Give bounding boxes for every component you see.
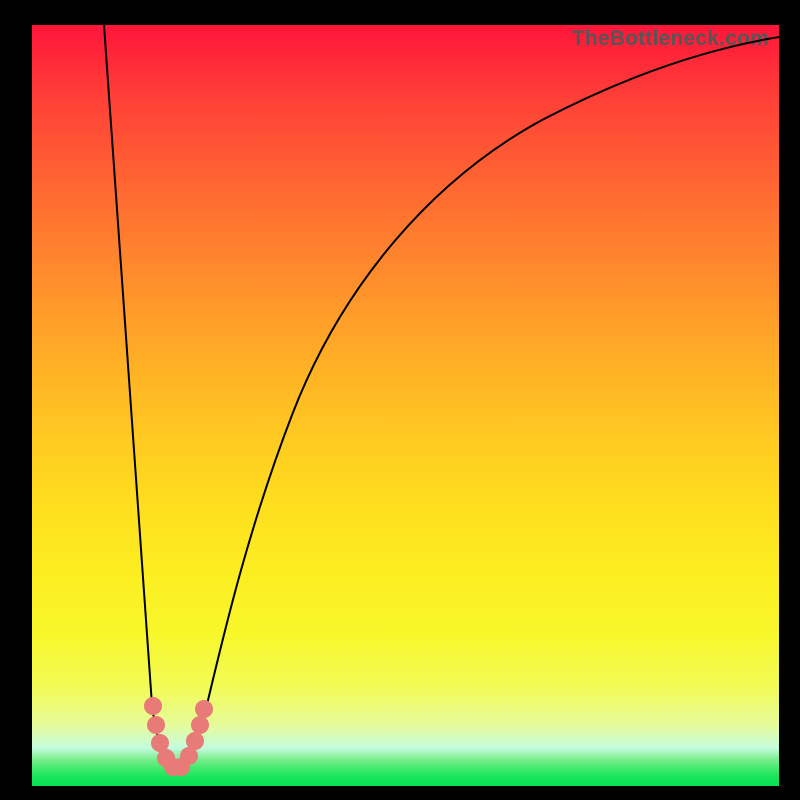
data-marker <box>144 697 162 715</box>
data-marker <box>186 732 204 750</box>
data-marker <box>147 716 165 734</box>
chart-frame: TheBottleneck.com <box>0 0 800 800</box>
data-marker <box>195 700 213 718</box>
plot-area: TheBottleneck.com <box>32 25 779 786</box>
marker-group <box>144 697 213 776</box>
curve-overlay <box>32 25 779 786</box>
curve-group <box>104 25 779 766</box>
bottleneck-curve <box>104 25 779 766</box>
data-marker <box>191 716 209 734</box>
